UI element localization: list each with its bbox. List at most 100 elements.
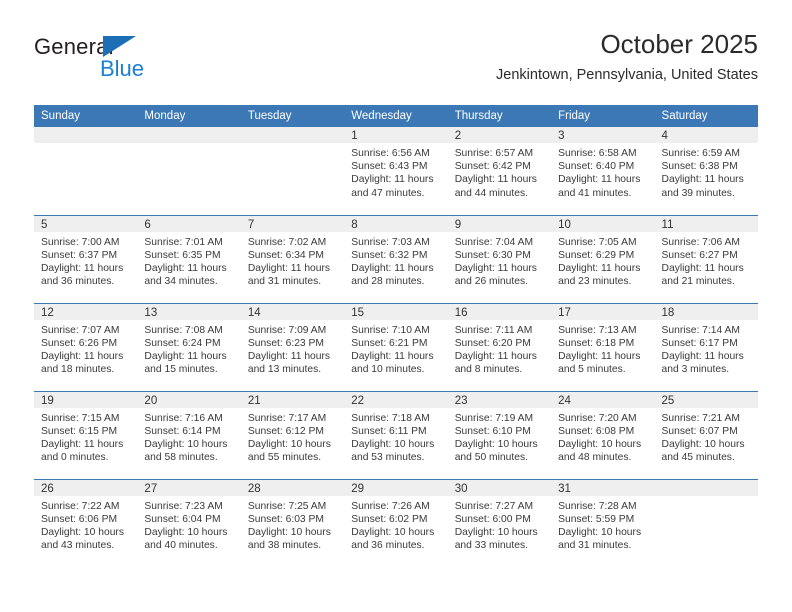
general-blue-logo[interactable]: General Blue (34, 34, 264, 92)
calendar-day-cell[interactable]: 3 Sunrise: 6:58 AM Sunset: 6:40 PM Daylight… (551, 127, 655, 215)
daylight-duration-line1: Daylight: 11 hours (41, 350, 124, 362)
calendar-day-cell[interactable]: 21 Sunrise: 7:17 AM Sunset: 6:12 PM Dayligh… (240, 390, 345, 479)
sunset-time: Sunset: 6:21 PM (351, 337, 428, 349)
calendar-day-cell[interactable]: 6 Sunrise: 7:01 AM Sunset: 6:35 PM Daylight… (137, 214, 241, 303)
daylight-duration-line2: and 15 minutes. (144, 364, 218, 376)
daylight-duration-line1: Daylight: 11 hours (351, 262, 434, 274)
sunrise-time: Sunrise: 7:03 AM (351, 236, 430, 248)
calendar-day-cell[interactable]: 20 Sunrise: 7:16 AM Sunset: 6:14 PM Dayligh… (137, 390, 241, 479)
calendar-day-cell[interactable]: 14 Sunrise: 7:09 AM Sunset: 6:23 PM Dayligh… (240, 302, 345, 391)
sunrise-time: Sunrise: 7:01 AM (144, 236, 223, 248)
sunset-time: Sunset: 6:24 PM (144, 337, 221, 349)
calendar-day-cell[interactable]: 13 Sunrise: 7:08 AM Sunset: 6:24 PM Dayligh… (137, 302, 241, 391)
sunrise-time: Sunrise: 7:21 AM (661, 412, 740, 424)
day-number: 28 (240, 479, 345, 496)
calendar-day-cell[interactable]: 16 Sunrise: 7:11 AM Sunset: 6:20 PM Dayligh… (447, 302, 552, 391)
sunset-time: Sunset: 6:07 PM (661, 425, 738, 437)
calendar-day-cell[interactable]: 25 Sunrise: 7:21 AM Sunset: 6:07 PM Dayligh… (654, 390, 758, 479)
weekday-header-friday: Friday (551, 105, 655, 127)
calendar-day-cell[interactable]: 19 Sunrise: 7:15 AM Sunset: 6:15 PM Dayligh… (34, 390, 138, 479)
calendar-day-cell[interactable]: 30 Sunrise: 7:27 AM Sunset: 6:00 PM Dayligh… (447, 478, 552, 567)
calendar-day-cell[interactable]: 5 Sunrise: 7:00 AM Sunset: 6:37 PM Daylight… (34, 214, 138, 303)
sunset-time: Sunset: 5:59 PM (558, 513, 635, 525)
daylight-duration-line1: Daylight: 11 hours (41, 262, 124, 274)
sunrise-time: Sunrise: 7:05 AM (558, 236, 637, 248)
day-details: Sunrise: 7:22 AM Sunset: 6:06 PM Daylight:… (34, 496, 137, 553)
day-number: 16 (447, 303, 552, 320)
sunset-time: Sunset: 6:04 PM (144, 513, 221, 525)
sunrise-time: Sunrise: 7:08 AM (144, 324, 223, 336)
sunrise-sunset-calendar: Sunday Monday Tuesday Wednesday Thursday… (34, 105, 758, 567)
daylight-duration-line1: Daylight: 10 hours (144, 526, 228, 538)
weekday-header-sunday: Sunday (34, 105, 138, 127)
calendar-day-cell[interactable]: 29 Sunrise: 7:26 AM Sunset: 6:02 PM Dayligh… (344, 478, 448, 567)
calendar-day-cell[interactable]: 18 Sunrise: 7:14 AM Sunset: 6:17 PM Dayligh… (654, 302, 758, 391)
day-details: Sunrise: 7:04 AM Sunset: 6:30 PM Daylight:… (448, 232, 551, 289)
calendar-day-cell[interactable]: 1 Sunrise: 6:56 AM Sunset: 6:43 PM Daylight… (344, 127, 448, 215)
daylight-duration-line1: Daylight: 11 hours (661, 350, 744, 362)
calendar-day-cell[interactable]: 22 Sunrise: 7:18 AM Sunset: 6:11 PM Dayligh… (344, 390, 448, 479)
calendar-day-cell[interactable]: 27 Sunrise: 7:23 AM Sunset: 6:04 PM Dayligh… (137, 478, 241, 567)
day-number: 22 (344, 391, 448, 408)
day-number: 10 (551, 215, 655, 232)
daylight-duration-line1: Daylight: 10 hours (351, 526, 435, 538)
sunset-time: Sunset: 6:40 PM (558, 161, 635, 173)
sunset-time: Sunset: 6:06 PM (41, 513, 118, 525)
daylight-duration-line1: Daylight: 11 hours (661, 174, 744, 186)
daylight-duration-line2: and 0 minutes. (41, 452, 109, 464)
calendar-week-row: 1 Sunrise: 6:56 AM Sunset: 6:43 PM Daylight… (34, 127, 758, 215)
sunrise-time: Sunrise: 7:02 AM (247, 236, 327, 248)
calendar-day-cell[interactable]: 7 Sunrise: 7:02 AM Sunset: 6:34 PM Daylight… (240, 214, 345, 303)
sunrise-time: Sunrise: 7:16 AM (144, 412, 223, 424)
day-number: 18 (654, 303, 758, 320)
day-details: Sunrise: 7:07 AM Sunset: 6:26 PM Daylight:… (34, 320, 137, 377)
day-details: Sunrise: 7:23 AM Sunset: 6:04 PM Daylight:… (137, 496, 240, 553)
daylight-duration-line2: and 38 minutes. (247, 540, 322, 552)
sunset-time: Sunset: 6:37 PM (41, 249, 118, 261)
sunrise-time: Sunrise: 6:58 AM (558, 148, 637, 159)
day-details: Sunrise: 7:17 AM Sunset: 6:12 PM Daylight:… (241, 408, 344, 465)
day-details: Sunrise: 7:11 AM Sunset: 6:20 PM Daylight:… (448, 320, 551, 377)
calendar-body: 1 Sunrise: 6:56 AM Sunset: 6:43 PM Daylight… (34, 127, 758, 567)
daylight-duration-line1: Daylight: 11 hours (454, 350, 537, 362)
day-number: 8 (344, 215, 448, 232)
day-number: 7 (240, 215, 345, 232)
calendar-day-cell[interactable]: 10 Sunrise: 7:05 AM Sunset: 6:29 PM Dayligh… (551, 214, 655, 303)
sunrise-time: Sunrise: 7:00 AM (41, 236, 120, 248)
calendar-day-cell[interactable]: 31 Sunrise: 7:28 AM Sunset: 5:59 PM Dayligh… (551, 478, 655, 567)
calendar-day-cell[interactable]: 2 Sunrise: 6:57 AM Sunset: 6:42 PM Daylight… (447, 127, 552, 215)
sunset-time: Sunset: 6:32 PM (351, 249, 428, 261)
calendar-day-cell[interactable]: 11 Sunrise: 7:06 AM Sunset: 6:27 PM Dayligh… (654, 214, 758, 303)
day-details: Sunrise: 7:26 AM Sunset: 6:02 PM Daylight:… (344, 496, 447, 553)
calendar-day-cell[interactable]: 8 Sunrise: 7:03 AM Sunset: 6:32 PM Daylight… (344, 214, 448, 303)
calendar-day-cell[interactable]: 4 Sunrise: 6:59 AM Sunset: 6:38 PM Daylight… (654, 127, 758, 215)
page-title: October 2025 (600, 29, 758, 59)
sunset-time: Sunset: 6:38 PM (661, 161, 738, 173)
sunrise-time: Sunrise: 7:19 AM (454, 412, 534, 424)
calendar-day-cell[interactable]: 23 Sunrise: 7:19 AM Sunset: 6:10 PM Dayligh… (447, 390, 552, 479)
calendar-page: General Blue October 2025 Jenkintown, Pe… (0, 0, 792, 612)
daylight-duration-line1: Daylight: 10 hours (558, 526, 642, 538)
daylight-duration-line2: and 5 minutes. (558, 364, 626, 376)
daylight-duration-line1: Daylight: 10 hours (454, 526, 538, 538)
calendar-day-cell[interactable]: 15 Sunrise: 7:10 AM Sunset: 6:21 PM Dayligh… (344, 302, 448, 391)
sunset-time: Sunset: 6:11 PM (351, 425, 427, 437)
daylight-duration-line2: and 8 minutes. (454, 364, 523, 376)
calendar-day-cell[interactable]: 28 Sunrise: 7:25 AM Sunset: 6:03 PM Dayligh… (240, 478, 345, 567)
calendar-day-cell[interactable]: 26 Sunrise: 7:22 AM Sunset: 6:06 PM Dayligh… (34, 478, 138, 567)
day-details: Sunrise: 7:06 AM Sunset: 6:27 PM Daylight:… (655, 232, 758, 289)
sunset-time: Sunset: 6:20 PM (454, 337, 531, 349)
calendar-day-cell[interactable]: 24 Sunrise: 7:20 AM Sunset: 6:08 PM Dayligh… (551, 390, 655, 479)
location-subtitle: Jenkintown, Pennsylvania, United States (496, 67, 758, 83)
calendar-day-cell[interactable]: 12 Sunrise: 7:07 AM Sunset: 6:26 PM Dayligh… (34, 302, 138, 391)
calendar-day-cell[interactable]: 17 Sunrise: 7:13 AM Sunset: 6:18 PM Dayligh… (551, 302, 655, 391)
daylight-duration-line1: Daylight: 10 hours (454, 438, 538, 450)
day-number: 13 (137, 303, 241, 320)
daylight-duration-line1: Daylight: 11 hours (558, 174, 641, 186)
day-number: 20 (137, 391, 241, 408)
daylight-duration-line2: and 53 minutes. (351, 452, 425, 464)
day-number: 9 (447, 215, 552, 232)
calendar-day-cell[interactable]: 9 Sunrise: 7:04 AM Sunset: 6:30 PM Daylight… (447, 214, 552, 303)
daylight-duration-line2: and 10 minutes. (351, 364, 425, 376)
daylight-duration-line1: Daylight: 11 hours (144, 262, 227, 274)
